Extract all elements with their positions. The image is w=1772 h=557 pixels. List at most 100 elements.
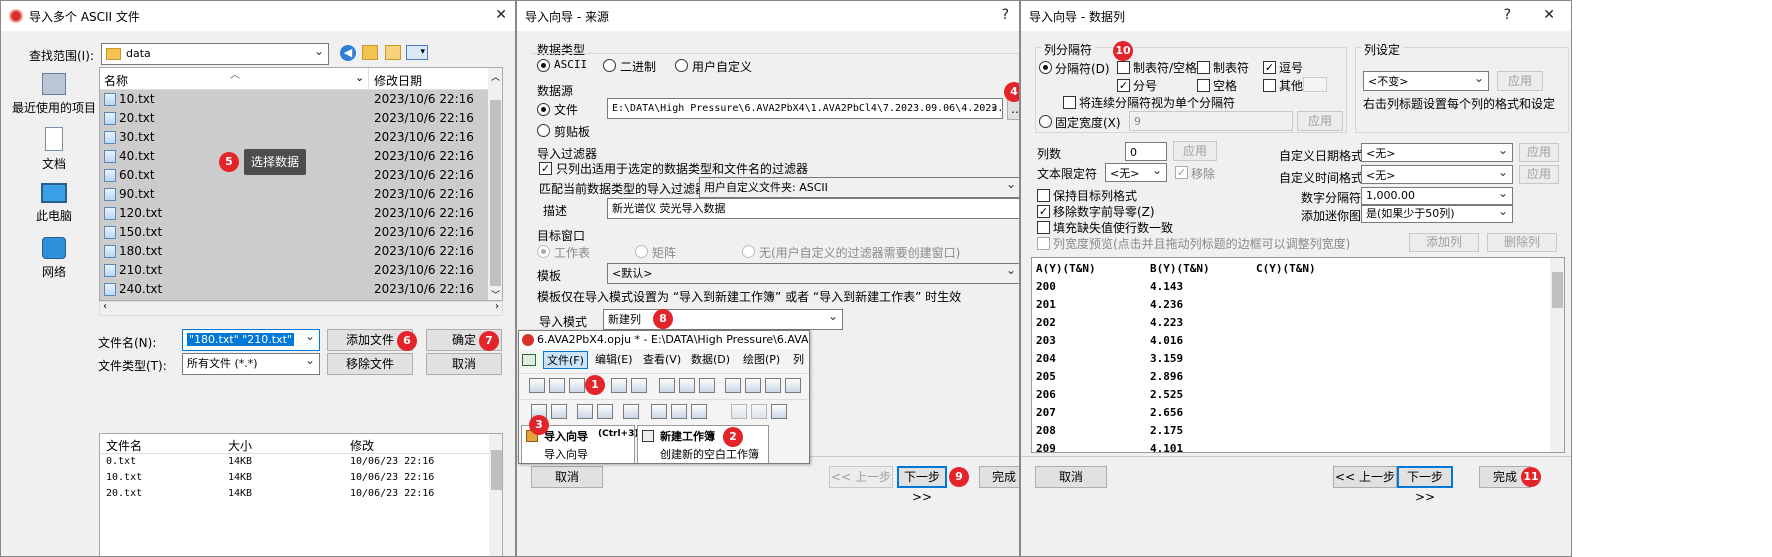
close-icon[interactable]: ✕ <box>1543 7 1555 23</box>
preview-scrollbar[interactable] <box>1550 258 1564 452</box>
place-this-pc[interactable]: 此电脑 <box>9 183 99 224</box>
scroll-left-icon[interactable]: ‹ <box>103 301 107 312</box>
file-row[interactable]: 240.txt 2023/10/6 22:16 <box>100 280 488 299</box>
menu-data[interactable]: 数据(D) <box>691 351 730 369</box>
col-header-name[interactable]: 名称 <box>104 72 128 89</box>
help-icon[interactable]: ? <box>1504 7 1511 23</box>
new-folder-icon[interactable] <box>549 378 565 393</box>
preview-column-header[interactable]: C(Y)(T&N) <box>1256 262 1316 275</box>
cancel-button[interactable]: 取消 <box>1035 466 1107 488</box>
delimiter-radio[interactable] <box>1039 61 1052 74</box>
file-row[interactable]: 20.txt 2023/10/6 22:16 <box>100 109 488 128</box>
horizontal-scrollbar[interactable]: ‹ › <box>99 301 503 316</box>
target-worksheet-radio[interactable] <box>537 245 550 258</box>
scroll-up-icon[interactable]: ︿ <box>491 70 500 83</box>
copy-icon[interactable] <box>751 404 767 419</box>
connect-icon[interactable] <box>671 404 687 419</box>
menu-file[interactable]: 文件(F) <box>543 351 588 369</box>
file-row[interactable]: 10.txt 2023/10/6 22:16 <box>100 90 488 109</box>
header-modified[interactable]: 修改 <box>350 437 374 454</box>
header-size[interactable]: 大小 <box>228 437 252 454</box>
fixed-width-apply-button[interactable]: 应用 <box>1297 111 1343 131</box>
col-settings-apply-button[interactable]: 应用 <box>1497 71 1543 91</box>
file-row[interactable]: 90.txt 2023/10/6 22:16 <box>100 185 488 204</box>
up-folder-icon[interactable] <box>362 45 378 60</box>
menu-column[interactable]: 列 <box>793 351 804 369</box>
keep-format-checkbox[interactable] <box>1037 189 1050 202</box>
consecutive-checkbox[interactable] <box>1063 96 1076 109</box>
data-preview[interactable]: A(Y)(T&N) B(Y)(T&N) C(Y)(T&N) 200 4.143 201 4.… <box>1031 257 1565 453</box>
preview-column-header[interactable]: B(Y)(T&N) <box>1150 262 1210 275</box>
num-cols-apply-button[interactable]: 应用 <box>1173 141 1217 161</box>
import-multiple-icon[interactable] <box>597 404 613 419</box>
new-project-icon[interactable] <box>529 378 545 393</box>
export-icon[interactable] <box>691 404 707 419</box>
sparkline-combo[interactable]: 是(如果少于50列) <box>1361 205 1513 223</box>
delete-column-button[interactable]: 删除列 <box>1487 233 1557 252</box>
delimiter-checkbox[interactable] <box>1263 79 1276 92</box>
file-row[interactable]: 210.txt 2023/10/6 22:16 <box>100 261 488 280</box>
add-data-icon[interactable] <box>651 404 667 419</box>
new-folder-icon[interactable] <box>385 45 401 60</box>
fixed-width-input[interactable]: 9 <box>1129 111 1293 131</box>
header-filename[interactable]: 文件名 <box>106 437 142 454</box>
place-documents[interactable]: 文档 <box>9 127 99 172</box>
vertical-scrollbar[interactable]: ︿ ﹀ <box>488 68 502 300</box>
fixed-width-radio[interactable] <box>1039 115 1052 128</box>
look-in-combo[interactable]: data <box>101 43 329 65</box>
next-button[interactable]: 下一步 >> <box>1397 466 1453 504</box>
cancel-button[interactable]: 取消 <box>531 466 603 488</box>
save-icon[interactable] <box>765 378 781 393</box>
filter-only-checkbox[interactable]: ✓ <box>539 162 552 175</box>
cut-icon[interactable] <box>731 404 747 419</box>
template-combo[interactable]: <默认> <box>607 263 1019 284</box>
import-ascii-icon[interactable] <box>551 404 567 419</box>
view-menu-icon[interactable]: ▾ <box>406 45 428 60</box>
date-format-apply-button[interactable]: 应用 <box>1519 143 1559 162</box>
filetype-select[interactable]: 所有文件 (*.*) <box>182 353 320 375</box>
finish-button[interactable]: 完成 <box>979 466 1019 488</box>
type-binary-radio[interactable] <box>603 59 616 72</box>
source-clipboard-radio[interactable] <box>537 124 550 137</box>
preview-column-header[interactable]: A(Y)(T&N) <box>1036 262 1096 275</box>
selected-files-list[interactable]: 文件名 大小 修改 0.txt 14KB 10/06/23 22:16 10.txt 1… <box>99 433 503 556</box>
file-list[interactable]: 名称 ︿ ⌄ 修改日期 10.txt 2023/10/6 22:16 20.txt 2… <box>99 67 503 301</box>
new-workbook-menuitem[interactable]: 新建工作簿 创建新的空白工作簿 <box>637 425 769 463</box>
fill-missing-checkbox[interactable] <box>1037 221 1050 234</box>
filter-match-combo[interactable]: 用户自定义文件夹: ASCII <box>699 177 1019 198</box>
open-icon[interactable] <box>725 378 741 393</box>
menu-plot[interactable]: 绘图(P) <box>743 351 780 369</box>
selected-file-row[interactable]: 0.txt 14KB 10/06/23 22:16 <box>100 455 490 471</box>
scroll-thumb[interactable] <box>491 450 502 490</box>
delimiter-checkbox[interactable]: ✓ <box>1117 79 1130 92</box>
paste-icon[interactable] <box>771 404 787 419</box>
scroll-down-icon[interactable]: ﹀ <box>491 288 500 300</box>
time-format-combo[interactable]: <无> <box>1361 165 1513 184</box>
import-excel-icon[interactable] <box>577 404 593 419</box>
prev-button[interactable]: << 上一步 <box>1333 466 1397 488</box>
help-icon[interactable]: ? <box>1002 7 1009 23</box>
col-width-preview-checkbox[interactable] <box>1037 237 1050 250</box>
file-row[interactable]: 120.txt 2023/10/6 22:16 <box>100 204 488 223</box>
selected-file-row[interactable]: 20.txt 14KB 10/06/23 22:16 <box>100 487 490 503</box>
date-format-combo[interactable]: <无> <box>1361 143 1513 162</box>
delimiter-checkbox[interactable]: ✓ <box>1263 61 1276 74</box>
new-layout-icon[interactable] <box>679 378 695 393</box>
filename-input[interactable]: "180.txt" "210.txt" <box>182 329 320 351</box>
description-field[interactable]: 新光谱仪 荧光导入数据 <box>607 198 1019 219</box>
delimiter-checkbox[interactable] <box>1197 61 1210 74</box>
back-icon[interactable]: ◀ <box>340 45 356 61</box>
col-settings-combo[interactable]: <不变> <box>1363 71 1489 91</box>
menu-edit[interactable]: 编辑(E) <box>595 351 633 369</box>
place-network[interactable]: 网络 <box>9 237 99 280</box>
cancel-button[interactable]: 取消 <box>426 353 502 375</box>
scroll-thumb[interactable] <box>1552 272 1563 308</box>
type-ascii-radio[interactable] <box>537 59 550 72</box>
new-function-icon[interactable] <box>699 378 715 393</box>
place-recent[interactable]: 最近使用的项目 <box>9 73 99 116</box>
add-column-button[interactable]: 添加列 <box>1409 233 1479 252</box>
type-user-radio[interactable] <box>675 59 688 72</box>
remove-qualifier-checkbox[interactable]: ✓ <box>1175 166 1188 179</box>
text-qualifier-combo[interactable]: <无> <box>1105 163 1167 182</box>
source-file-radio[interactable] <box>537 103 550 116</box>
